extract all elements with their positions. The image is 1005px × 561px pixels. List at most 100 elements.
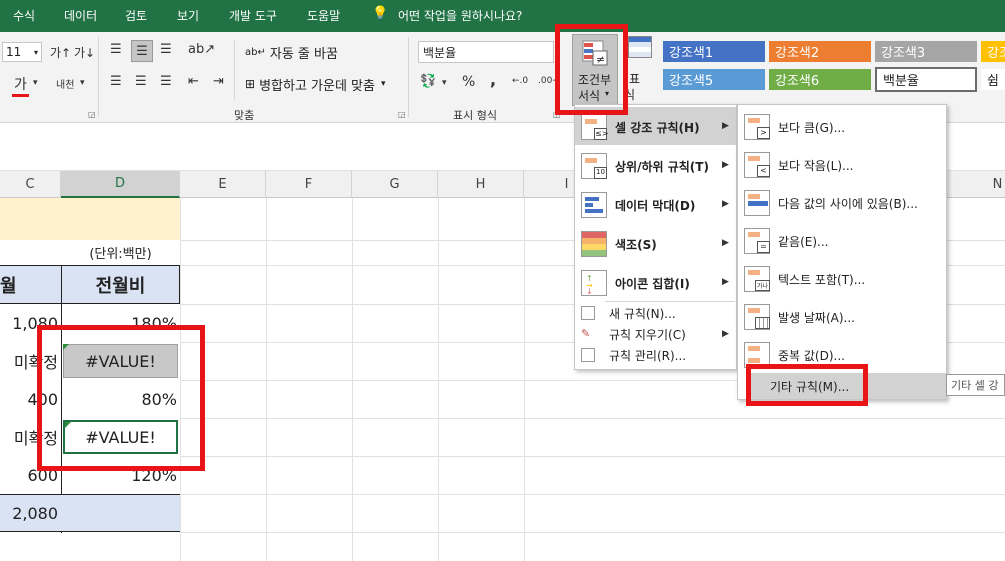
align-right-icon[interactable]: ☰ xyxy=(160,74,172,89)
increase-decimal-icon[interactable]: ←.0 xyxy=(512,76,528,86)
submenu-text-contains[interactable]: 가나 텍스트 포함(T)... xyxy=(744,263,940,295)
tab-formulas[interactable]: 수식 xyxy=(13,7,35,24)
chevron-down-icon[interactable]: ▾ xyxy=(80,78,85,88)
align-left-icon[interactable]: ☰ xyxy=(110,74,122,89)
tell-me-search[interactable]: 어떤 작업을 원하시나요? xyxy=(398,7,522,24)
less-than-icon: < xyxy=(744,152,770,178)
greater-than-icon: > xyxy=(744,114,770,140)
chevron-right-icon: ▶ xyxy=(722,277,729,287)
highlight-box xyxy=(555,24,628,115)
style-accent5[interactable]: 강조색5 xyxy=(663,69,765,90)
menu-item-data-bars[interactable]: 데이터 막대(D) xyxy=(581,189,731,221)
header-month[interactable]: 월 xyxy=(0,265,30,304)
column-header-f[interactable]: F xyxy=(266,171,352,198)
unit-label[interactable]: (단위:백만) xyxy=(61,240,180,265)
font-color-icon[interactable]: 가 xyxy=(12,74,29,97)
alignment-group-label: 맞춤 xyxy=(234,109,255,122)
menu-item-label: 아이콘 집합(I) xyxy=(615,276,690,291)
menu-item-label: 새 규칙(N)... xyxy=(609,306,676,321)
increase-font-icon[interactable]: 가↑ xyxy=(50,44,71,61)
style-accent3[interactable]: 강조색3 xyxy=(875,41,977,62)
table-icon xyxy=(628,36,652,58)
c-cell[interactable]: 2,080 xyxy=(0,494,58,532)
menu-item-label: 데이터 막대(D) xyxy=(615,198,696,213)
gridline xyxy=(180,418,1005,419)
align-center-icon[interactable]: ☰ xyxy=(135,74,147,89)
column-header-e[interactable]: E xyxy=(180,171,266,198)
percent-style-button[interactable]: % xyxy=(462,74,475,90)
menu-item-label: 상위/하위 규칙(T) xyxy=(615,159,709,174)
decrease-font-icon[interactable]: 가↓ xyxy=(74,44,95,61)
comma-style-button[interactable]: , xyxy=(490,70,496,89)
equal-to-icon: = xyxy=(744,228,770,254)
highlight-cells-submenu: > 보다 큼(G)... < 보다 작음(L)... 다음 값의 사이에 있음(… xyxy=(737,104,947,400)
gridline xyxy=(180,456,1005,457)
submenu-label: 중복 값(D)... xyxy=(778,348,845,363)
phonetic-icon[interactable]: 내천 xyxy=(56,76,74,91)
top-bottom-icon: 10 xyxy=(581,153,607,179)
column-header-c[interactable]: C xyxy=(0,171,61,198)
submenu-label: 보다 큼(G)... xyxy=(778,120,846,135)
chevron-down-icon: ▾ xyxy=(33,47,38,57)
merge-center-button[interactable]: ⊞ 병합하고 가운데 맞춤 ▾ xyxy=(244,74,387,94)
chevron-right-icon: ▶ xyxy=(722,199,729,209)
header-mom[interactable]: 전월비 xyxy=(61,265,180,304)
column-header-d[interactable]: D xyxy=(61,171,180,198)
number-group-label: 표시 형식 xyxy=(453,109,497,122)
style-accent6[interactable]: 강조색6 xyxy=(769,69,871,90)
column-header-h[interactable]: H xyxy=(438,171,524,198)
decrease-indent-icon[interactable]: ⇤ xyxy=(188,74,199,89)
title-cell[interactable] xyxy=(0,198,180,240)
submenu-label: 발생 날짜(A)... xyxy=(778,310,855,325)
wrap-text-button[interactable]: ab↵ 자동 줄 바꿈 xyxy=(244,42,339,62)
menu-item-new-rule[interactable]: 새 규칙(N)... xyxy=(581,303,731,323)
submenu-greater-than[interactable]: > 보다 큼(G)... xyxy=(744,111,940,143)
font-size-select[interactable]: 11 ▾ xyxy=(2,42,42,62)
orientation-icon[interactable]: ab↗ xyxy=(188,42,215,57)
column-header-g[interactable]: G xyxy=(352,171,438,198)
tab-view[interactable]: 보기 xyxy=(177,7,199,24)
submenu-less-than[interactable]: < 보다 작음(L)... xyxy=(744,149,940,181)
gridline xyxy=(180,494,1005,495)
chevron-down-icon[interactable]: ▾ xyxy=(442,78,447,88)
eraser-icon: ✎ xyxy=(581,327,591,340)
tab-developer[interactable]: 개발 도구 xyxy=(229,7,277,24)
tab-help[interactable]: 도움말 xyxy=(307,7,340,24)
style-percent[interactable]: 백분율 xyxy=(875,67,977,92)
highlight-box xyxy=(746,364,868,406)
menu-item-label: 규칙 지우기(C) xyxy=(609,327,686,342)
submenu-between[interactable]: 다음 값의 사이에 있음(B)... xyxy=(744,187,940,219)
icon-sets-icon: ↑ → ↓ xyxy=(581,270,607,296)
menu-item-color-scales[interactable]: 색조(S) xyxy=(581,228,731,260)
dialog-launcher-icon[interactable]: ◲ xyxy=(398,110,406,119)
style-accent2[interactable]: 강조색2 xyxy=(769,41,871,62)
tooltip: 기타 셀 강 xyxy=(946,374,1005,396)
d-cell[interactable] xyxy=(61,494,177,532)
align-middle-icon[interactable]: ☰ xyxy=(131,40,153,62)
dialog-launcher-icon[interactable]: ◲ xyxy=(88,110,96,119)
menu-item-icon-sets[interactable]: ↑ → ↓ 아이콘 집합(I) xyxy=(581,267,731,299)
submenu-date-occurring[interactable]: 발생 날짜(A)... xyxy=(744,301,940,333)
align-top-icon[interactable]: ☰ xyxy=(110,42,122,57)
accounting-format-icon[interactable]: 💱 xyxy=(420,74,436,89)
increase-indent-icon[interactable]: ⇥ xyxy=(213,74,224,89)
menu-item-highlight-cells[interactable]: ≤> 셀 강조 규칙(H) xyxy=(581,111,731,143)
style-comma[interactable]: 쉼 xyxy=(981,69,1005,90)
highlight-box xyxy=(37,325,205,471)
menu-divider xyxy=(605,301,735,302)
number-format-select[interactable]: 백분율 xyxy=(418,41,554,63)
menu-item-clear-rules[interactable]: ✎ 규칙 지우기(C) xyxy=(581,324,731,344)
submenu-equal-to[interactable]: = 같음(E)... xyxy=(744,225,940,257)
menu-item-manage-rules[interactable]: 규칙 관리(R)... xyxy=(581,345,731,365)
tab-data[interactable]: 데이터 xyxy=(64,7,97,24)
column-header-n[interactable]: N xyxy=(955,171,1005,198)
menu-item-top-bottom[interactable]: 10 상위/하위 규칙(T) xyxy=(581,150,731,182)
tab-review[interactable]: 검토 xyxy=(125,7,147,24)
chevron-down-icon[interactable]: ▾ xyxy=(33,78,38,88)
table-label-1: 표 xyxy=(629,72,641,86)
merge-center-label: 병합하고 가운데 맞춤 xyxy=(259,78,375,94)
style-accent4[interactable]: 강조 xyxy=(981,41,1005,62)
align-bottom-icon[interactable]: ☰ xyxy=(160,42,172,57)
text-contains-icon: 가나 xyxy=(744,266,770,292)
style-accent1[interactable]: 강조색1 xyxy=(663,41,765,62)
